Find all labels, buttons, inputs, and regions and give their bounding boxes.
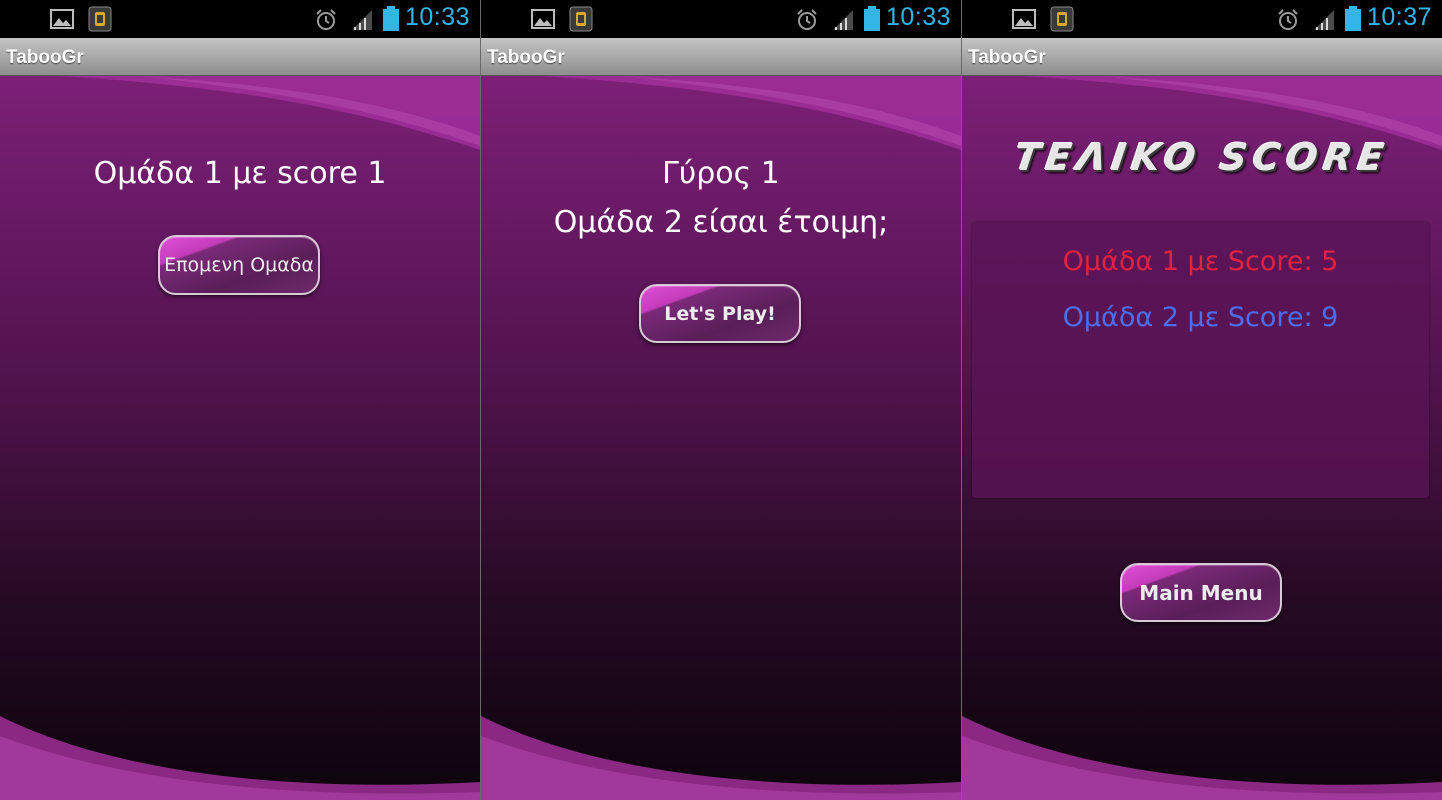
status-time: 10:37 — [1366, 3, 1432, 31]
app-title-bar: TabooGr — [0, 38, 480, 76]
main-menu-button[interactable]: Main Menu — [1120, 563, 1282, 622]
team2-score: Ομάδα 2 με Score: 9 — [1062, 302, 1339, 333]
signal-icon — [352, 10, 372, 30]
round-text: Γύρος 1 — [662, 156, 780, 191]
app-title-bar: TabooGr — [962, 38, 1442, 76]
taboo-app-notification-icon — [1050, 6, 1074, 32]
taboo-app-notification-icon — [88, 6, 112, 32]
image-notification-icon — [531, 9, 555, 29]
screen-team-score: 10:33 TabooGr Ομάδα 1 με score 1 Επομενη… — [0, 0, 480, 800]
content-area: Ομάδα 1 με score 1 Επομενη Ομαδα — [0, 76, 480, 800]
team1-score: Ομάδα 1 με Score: 5 — [1062, 246, 1339, 277]
status-bar: 10:37 — [962, 0, 1442, 38]
score-panel: Ομάδα 1 με Score: 5 Ομάδα 2 με Score: 9 — [972, 222, 1429, 498]
team-ready-text: Ομάδα 2 είσαι έτοιμη; — [553, 205, 889, 240]
signal-icon — [833, 10, 853, 30]
final-score-title: TEΛIKO SCORE — [1011, 136, 1393, 179]
screen-round-ready: 10:33 TabooGr Γύρος 1 Ομάδα 2 είσαι έτοι… — [481, 0, 961, 800]
image-notification-icon — [1012, 9, 1036, 29]
status-bar: 10:33 — [0, 0, 480, 38]
content-area: TEΛIKO SCORE Ομάδα 1 με Score: 5 Ομάδα 2… — [962, 76, 1442, 800]
battery-icon — [864, 6, 880, 31]
app-title: TabooGr — [968, 47, 1046, 68]
image-notification-icon — [50, 9, 74, 29]
screen-final-score: 10:37 TabooGr TEΛIKO SCORE Ομάδα 1 με Sc… — [962, 0, 1442, 800]
battery-icon — [383, 6, 399, 31]
app-title: TabooGr — [487, 47, 565, 68]
status-time: 10:33 — [404, 3, 470, 31]
alarm-icon — [1278, 9, 1298, 30]
app-title: TabooGr — [6, 47, 84, 68]
taboo-app-notification-icon — [569, 6, 593, 32]
status-bar: 10:33 — [481, 0, 961, 38]
alarm-icon — [316, 9, 336, 30]
next-team-button[interactable]: Επομενη Ομαδα — [158, 235, 320, 295]
team-score-text: Ομάδα 1 με score 1 — [93, 156, 387, 191]
content-area: Γύρος 1 Ομάδα 2 είσαι έτοιμη; Let's Play… — [481, 76, 961, 800]
status-time: 10:33 — [885, 3, 951, 31]
lets-play-button[interactable]: Let's Play! — [639, 284, 801, 343]
alarm-icon — [797, 9, 817, 30]
battery-icon — [1345, 6, 1361, 31]
app-title-bar: TabooGr — [481, 38, 961, 76]
signal-icon — [1314, 10, 1334, 30]
